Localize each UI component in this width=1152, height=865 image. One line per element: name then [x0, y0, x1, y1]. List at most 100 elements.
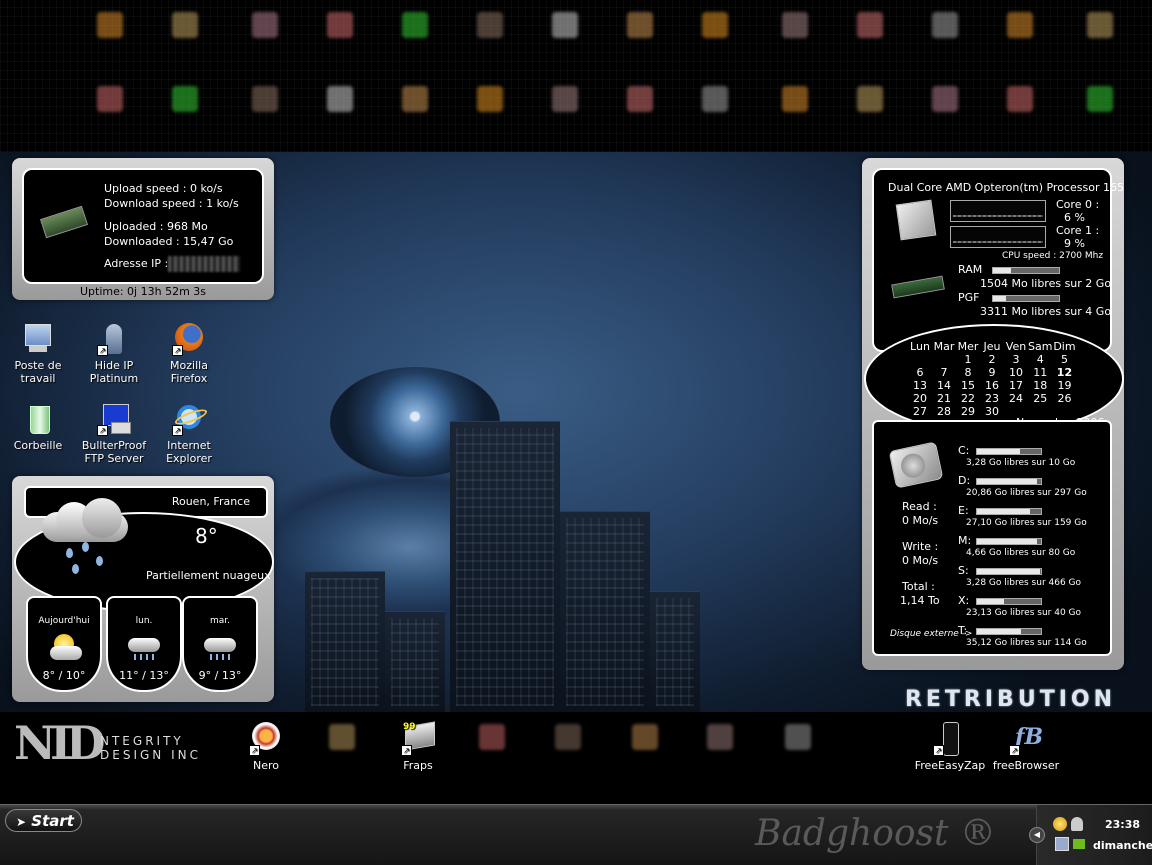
desktop-thumbnail [1087, 86, 1113, 112]
calendar-day[interactable]: 6 [908, 366, 932, 379]
calendar-day[interactable]: 8 [956, 366, 980, 379]
calendar-day[interactable]: 15 [956, 379, 980, 392]
ip-address-label: Adresse IP : [104, 257, 169, 270]
calendar-day[interactable]: 9 [980, 366, 1004, 379]
calendar-day[interactable]: 20 [908, 392, 932, 405]
icon-label: Fraps [403, 759, 433, 772]
drive-free-space: 23,13 Go libres sur 40 Go [966, 608, 1082, 618]
calendar-day[interactable]: 19 [1052, 379, 1076, 392]
desktop-icon-ftp-server[interactable]: ↗ BullterProof FTP Server [78, 402, 150, 465]
calendar-day[interactable]: 22 [956, 392, 980, 405]
calendar-day[interactable]: 26 [1052, 392, 1076, 405]
calendar-weekday: Sam [1028, 340, 1053, 353]
desktop-icon-freeeasyzap[interactable]: ↗ FreeEasyZap [914, 722, 986, 772]
calendar-day[interactable]: 11 [1028, 366, 1052, 379]
drive-usage-fill [977, 599, 1004, 604]
desktop-icon-internet-explorer[interactable]: ↗ Internet Explorer [153, 402, 225, 465]
desktop-thumbnail [1087, 12, 1113, 38]
drive-usage-bar [976, 598, 1042, 605]
calendar-day[interactable]: 14 [932, 379, 956, 392]
desktop-thumbnail [97, 86, 123, 112]
calendar-day[interactable]: 21 [932, 392, 956, 405]
ftp-server-icon: ↗ [97, 402, 131, 436]
calendar-day[interactable]: 4 [1028, 353, 1052, 366]
calendar-weekday: Ven [1005, 340, 1027, 353]
icon-label: Explorer [166, 452, 212, 465]
calendar-day[interactable]: 5 [1052, 353, 1076, 366]
network-tray-icon[interactable] [1055, 837, 1069, 851]
cpu-chip-icon [895, 199, 937, 241]
ip-address-blurred [168, 256, 240, 272]
hard-drive-icon [888, 441, 944, 489]
desktop-thumbnail [552, 86, 578, 112]
desktop-thumbnail [702, 12, 728, 38]
calendar-day[interactable]: 7 [932, 366, 956, 379]
calendar-day[interactable]: 1 [956, 353, 980, 366]
calendar-day[interactable]: 29 [956, 405, 980, 418]
icon-label: freeBrowser [992, 759, 1060, 772]
upload-speed: Upload speed : 0 ko/s [104, 182, 223, 195]
drive-usage-bar [976, 508, 1042, 515]
desktop-icon-recycle-bin[interactable]: Corbeille [2, 402, 74, 452]
nvidia-tray-icon[interactable] [1073, 839, 1085, 849]
network-card-icon [39, 205, 89, 239]
system-tray: ◀ 23:38 dimanche [1029, 805, 1152, 865]
clock-time[interactable]: 23:38 [1105, 818, 1140, 831]
calendar-day[interactable]: 18 [1028, 379, 1052, 392]
user-tray-icon[interactable] [1071, 817, 1083, 831]
calendar-day[interactable]: 27 [908, 405, 932, 418]
desktop-thumbnail [172, 12, 198, 38]
weather-widget: Rouen, France 8° Partiellement nuageux A… [12, 476, 274, 702]
desktop-thumbnail [329, 724, 355, 750]
desktop-icon-fraps[interactable]: 99 ↗ Fraps [382, 721, 454, 772]
desktop-thumbnail [627, 86, 653, 112]
drive-usage-bar [976, 448, 1042, 455]
start-label: Start [31, 812, 74, 830]
drive-usage-bar [976, 628, 1042, 635]
calendar-day[interactable]: 30 [980, 405, 1004, 418]
forecast-day-today: Aujourd'hui 8° / 10° [26, 596, 102, 692]
start-button[interactable]: ➤ Start [5, 809, 82, 832]
desktop-thumbnail [932, 12, 958, 38]
disk-read-value: 0 Mo/s [902, 514, 939, 527]
calendar-day[interactable]: 2 [980, 353, 1004, 366]
calendar-day[interactable]: 16 [980, 379, 1004, 392]
tray-expand-button[interactable]: ◀ [1029, 827, 1045, 843]
calendar-day[interactable]: 28 [932, 405, 956, 418]
calendar-day[interactable]: 23 [980, 392, 1004, 405]
messenger-tray-icon[interactable] [1053, 817, 1067, 831]
icon-label: Platinum [89, 372, 139, 385]
drive-free-space: 27,10 Go libres sur 159 Go [966, 518, 1087, 528]
desktop-thumbnail [782, 86, 808, 112]
desktop-thumbnail [327, 12, 353, 38]
drive-usage-fill [977, 569, 1041, 574]
desktop-icon-freebrowser[interactable]: fB ↗ freeBrowser [990, 722, 1062, 772]
icon-label: Poste de [14, 359, 62, 372]
desktop-icon-hide-ip[interactable]: ↗ Hide IP Platinum [78, 322, 150, 385]
drive-usage-fill [977, 449, 1020, 454]
calendar-day[interactable]: 24 [1004, 392, 1028, 405]
calendar-day[interactable]: 17 [1004, 379, 1028, 392]
desktop-icon-my-computer[interactable]: Poste de travail [2, 322, 74, 385]
desktop-icon-nero[interactable]: ↗ Nero [230, 722, 302, 772]
desktop-thumbnail [702, 86, 728, 112]
firefox-icon: ↗ [172, 322, 206, 356]
icon-label: Internet [167, 439, 211, 452]
calendar-day[interactable]: 3 [1004, 353, 1028, 366]
core1-graph [950, 226, 1046, 248]
calendar-day[interactable]: 13 [908, 379, 932, 392]
calendar-day[interactable]: 10 [1004, 366, 1028, 379]
partly-cloudy-icon [50, 634, 82, 660]
desktop-icon-firefox[interactable]: ↗ Mozilla Firefox [153, 322, 225, 385]
disk-write-label: Write : [902, 540, 939, 553]
cursor-arrow-icon: ➤ [16, 815, 27, 829]
calendar-week-row: 6 7 8 9 10 11 12 [908, 366, 1076, 379]
calendar-day-today[interactable]: 12 [1052, 366, 1076, 379]
disk-read-label: Read : [902, 500, 937, 513]
drive-free-space: 20,86 Go libres sur 297 Go [966, 488, 1087, 498]
rain-cloud-icon [204, 636, 236, 660]
forecast-day-name: mar. [209, 616, 231, 626]
drive-free-space: 3,28 Go libres sur 10 Go [966, 458, 1076, 468]
calendar-day[interactable]: 25 [1028, 392, 1052, 405]
raindrop-icon [82, 542, 89, 552]
